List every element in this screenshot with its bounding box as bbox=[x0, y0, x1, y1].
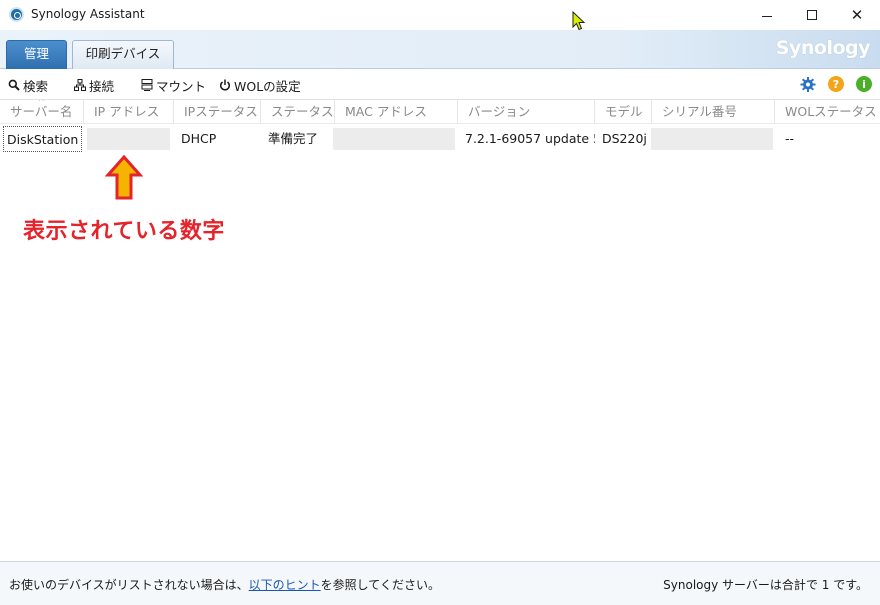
search-label: 検索 bbox=[23, 78, 49, 94]
wol-settings-label: WOLの設定 bbox=[234, 78, 301, 94]
search-button[interactable]: 検索 bbox=[8, 76, 48, 94]
table-row[interactable]: DiskStation DHCP 準備完了 7.2.1-69057 update… bbox=[0, 126, 880, 152]
mount-icon bbox=[141, 79, 153, 91]
close-button[interactable]: ✕ bbox=[834, 0, 880, 30]
cell-mac-address-redacted bbox=[333, 128, 455, 150]
search-icon bbox=[8, 79, 20, 91]
minimize-icon bbox=[762, 15, 772, 17]
annotation-text: 表示されている数字 bbox=[23, 219, 225, 244]
column-header-mac-address[interactable]: MAC アドレス bbox=[335, 100, 458, 124]
tab-management[interactable]: 管理 bbox=[6, 40, 67, 69]
cell-status: 準備完了 bbox=[268, 131, 319, 146]
status-bar: お使いのデバイスがリストされない場合は、以下のヒントを参照してください。 Syn… bbox=[0, 561, 880, 605]
cell-ip-status: DHCP bbox=[181, 131, 217, 146]
column-header-model[interactable]: モデル bbox=[595, 100, 652, 124]
connect-label: 接続 bbox=[89, 78, 115, 94]
mount-button[interactable]: マウント bbox=[141, 76, 206, 94]
minimize-button[interactable] bbox=[744, 0, 790, 30]
window-title: Synology Assistant bbox=[31, 7, 145, 21]
info-icon[interactable]: i bbox=[856, 76, 872, 92]
network-icon bbox=[74, 79, 86, 91]
cell-ip-address-redacted bbox=[87, 128, 170, 150]
power-icon bbox=[219, 79, 231, 91]
cell-wol-status: -- bbox=[785, 131, 795, 146]
status-hint: お使いのデバイスがリストされない場合は、以下のヒントを参照してください。 bbox=[9, 578, 440, 592]
tab-bar: 管理 印刷デバイス Synology bbox=[0, 30, 880, 69]
column-header-version[interactable]: バージョン bbox=[458, 100, 595, 124]
maximize-button[interactable] bbox=[789, 0, 835, 30]
synology-logo: Synology bbox=[775, 37, 871, 59]
server-count: Synology サーバーは合計で 1 です。 bbox=[663, 578, 868, 592]
column-header-ip-status[interactable]: IPステータス bbox=[174, 100, 261, 124]
sort-ascending-icon: ^ bbox=[38, 100, 45, 106]
cell-model: DS220j bbox=[602, 131, 647, 146]
help-icon[interactable]: ? bbox=[828, 76, 844, 92]
up-arrow-icon bbox=[105, 155, 143, 200]
title-bar: Synology Assistant ✕ bbox=[0, 0, 880, 30]
hints-link[interactable]: 以下のヒント bbox=[249, 578, 321, 592]
cell-serial-redacted bbox=[651, 128, 773, 150]
app-icon bbox=[9, 7, 24, 22]
mount-label: マウント bbox=[156, 78, 207, 94]
column-header-serial[interactable]: シリアル番号 bbox=[652, 100, 775, 124]
table-header: ^ サーバー名 IP アドレス IPステータス ステータス MAC アドレス バ… bbox=[0, 100, 880, 124]
cell-server-name[interactable]: DiskStation bbox=[3, 126, 82, 152]
column-header-server-name[interactable]: ^ サーバー名 bbox=[0, 100, 84, 124]
toolbar: 検索 接続 マウント WOLの設定 ? i bbox=[0, 69, 880, 100]
mouse-cursor-icon bbox=[572, 11, 586, 31]
gear-icon[interactable] bbox=[800, 76, 816, 92]
connect-button[interactable]: 接続 bbox=[74, 76, 114, 94]
column-header-ip-address[interactable]: IP アドレス bbox=[84, 100, 174, 124]
column-header-wol-status[interactable]: WOLステータス bbox=[775, 100, 880, 124]
wol-settings-button[interactable]: WOLの設定 bbox=[219, 76, 301, 94]
maximize-icon bbox=[807, 10, 817, 20]
tab-print-devices[interactable]: 印刷デバイス bbox=[72, 40, 174, 69]
column-header-status[interactable]: ステータス bbox=[261, 100, 335, 124]
cell-version: 7.2.1-69057 update 5 bbox=[465, 131, 595, 146]
